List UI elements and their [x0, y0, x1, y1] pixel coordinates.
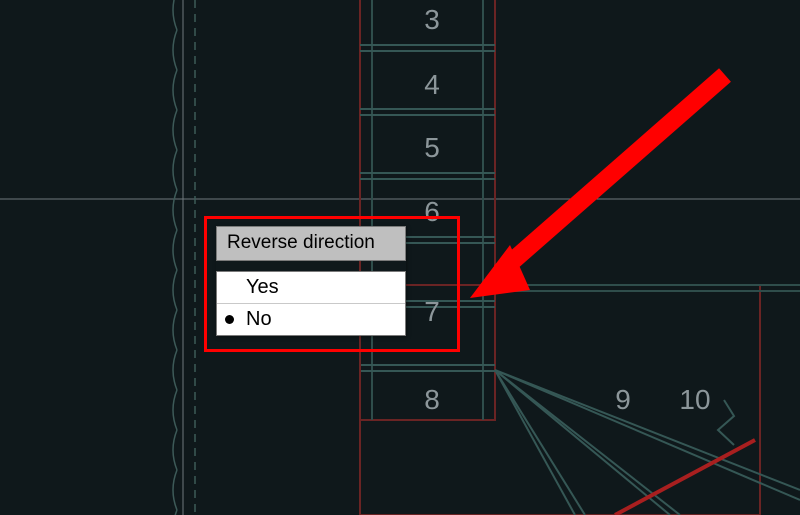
riser-number: 9	[615, 384, 631, 416]
menu-options: Yes No	[216, 271, 406, 336]
riser-number: 4	[424, 69, 440, 101]
menu-option-yes[interactable]: Yes	[217, 272, 405, 304]
riser-number: 8	[424, 384, 440, 416]
menu-spacer	[216, 261, 406, 271]
reverse-direction-menu: Reverse direction Yes No	[216, 226, 406, 336]
menu-option-label: Yes	[246, 276, 397, 299]
menu-title: Reverse direction	[216, 226, 406, 261]
menu-option-label: No	[246, 308, 397, 331]
riser-number: 3	[424, 4, 440, 36]
riser-number: 5	[424, 132, 440, 164]
radio-indicator-selected	[225, 315, 234, 324]
radio-indicator	[225, 283, 234, 292]
menu-option-no[interactable]: No	[217, 304, 405, 335]
riser-number: 10	[679, 384, 710, 416]
cad-drawing-canvas[interactable]: 3 4 5 6 7 8 9 10 Reverse direction Yes N…	[0, 0, 800, 515]
